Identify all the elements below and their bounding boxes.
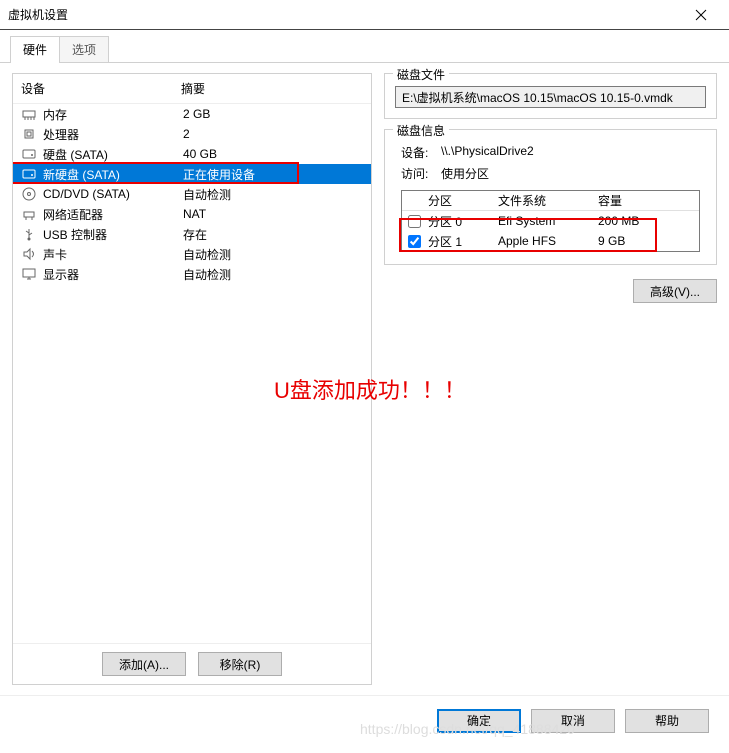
device-name: 新硬盘 (SATA)	[43, 166, 183, 183]
disk-icon	[21, 146, 37, 162]
partition-fs: Efi System	[498, 214, 598, 228]
usb-icon	[21, 226, 37, 242]
device-row-new-disk[interactable]: 新硬盘 (SATA) 正在使用设备	[13, 164, 371, 184]
advanced-button[interactable]: 高级(V)...	[633, 279, 717, 303]
partition-checkbox-1[interactable]	[408, 235, 421, 248]
tabs: 硬件 选项	[0, 30, 729, 63]
device-name: 声卡	[43, 246, 183, 263]
device-name: USB 控制器	[43, 226, 183, 243]
content: 设备 摘要 内存 2 GB 处理器 2 硬盘 (SATA) 40 GB 新硬盘 …	[0, 63, 729, 695]
device-summary: 40 GB	[183, 147, 217, 161]
close-button[interactable]	[681, 1, 721, 29]
header-partition: 分区	[428, 192, 498, 209]
device-row-network[interactable]: 网络适配器 NAT	[13, 204, 371, 224]
partition-row-0[interactable]: 分区 0 Efi System 200 MB	[402, 211, 699, 231]
partition-cap: 200 MB	[598, 214, 693, 228]
tab-options[interactable]: 选项	[59, 36, 109, 62]
close-icon	[695, 9, 707, 21]
dialog-buttons: https://blog.csdn.net/qq_41888420 确定 取消 …	[0, 695, 729, 745]
device-label: 设备:	[401, 144, 441, 161]
device-summary: 2	[183, 127, 190, 141]
device-summary: 2 GB	[183, 107, 210, 121]
device-name: CD/DVD (SATA)	[43, 187, 183, 201]
partition-fs: Apple HFS	[498, 234, 598, 248]
display-icon	[21, 266, 37, 282]
header-device: 设备	[21, 80, 181, 97]
disk-file-legend: 磁盘文件	[393, 66, 449, 83]
disk-file-path[interactable]	[395, 86, 706, 108]
partition-name: 分区 0	[428, 213, 498, 230]
device-summary: 正在使用设备	[183, 166, 255, 183]
device-summary: 自动检测	[183, 266, 231, 283]
access-value: 使用分区	[441, 165, 489, 182]
device-list: 内存 2 GB 处理器 2 硬盘 (SATA) 40 GB 新硬盘 (SATA)…	[13, 104, 371, 643]
disk-info-legend: 磁盘信息	[393, 122, 449, 139]
ok-button[interactable]: 确定	[437, 709, 521, 733]
device-summary: 自动检测	[183, 186, 231, 203]
disk-device-row: 设备: \\.\PhysicalDrive2	[395, 142, 706, 163]
device-summary: NAT	[183, 207, 206, 221]
partition-checkbox-0[interactable]	[408, 215, 421, 228]
titlebar: 虚拟机设置	[0, 0, 729, 30]
partition-table: 分区 文件系统 容量 分区 0 Efi System 200 MB 分区 1 A…	[401, 190, 700, 252]
device-name: 内存	[43, 106, 183, 123]
disk-access-row: 访问: 使用分区	[395, 163, 706, 184]
advanced-row: 高级(V)...	[384, 275, 717, 307]
memory-icon	[21, 106, 37, 122]
add-button[interactable]: 添加(A)...	[102, 652, 186, 676]
remove-button[interactable]: 移除(R)	[198, 652, 282, 676]
cpu-icon	[21, 126, 37, 142]
device-list-panel: 设备 摘要 内存 2 GB 处理器 2 硬盘 (SATA) 40 GB 新硬盘 …	[12, 73, 372, 685]
device-summary: 自动检测	[183, 246, 231, 263]
disk-icon	[21, 166, 37, 182]
network-icon	[21, 206, 37, 222]
partition-row-1[interactable]: 分区 1 Apple HFS 9 GB	[402, 231, 699, 251]
device-row-display[interactable]: 显示器 自动检测	[13, 264, 371, 284]
device-row-sound[interactable]: 声卡 自动检测	[13, 244, 371, 264]
device-name: 网络适配器	[43, 206, 183, 223]
device-name: 处理器	[43, 126, 183, 143]
detail-panel: 磁盘文件 磁盘信息 设备: \\.\PhysicalDrive2 访问: 使用分…	[384, 73, 717, 685]
device-summary: 存在	[183, 226, 207, 243]
sound-icon	[21, 246, 37, 262]
header-capacity: 容量	[598, 192, 693, 209]
cd-icon	[21, 186, 37, 202]
cancel-button[interactable]: 取消	[531, 709, 615, 733]
header-filesystem: 文件系统	[498, 192, 598, 209]
device-row-memory[interactable]: 内存 2 GB	[13, 104, 371, 124]
disk-info-group: 磁盘信息 设备: \\.\PhysicalDrive2 访问: 使用分区 分区 …	[384, 129, 717, 265]
partition-header: 分区 文件系统 容量	[402, 191, 699, 211]
device-name: 显示器	[43, 266, 183, 283]
disk-file-group: 磁盘文件	[384, 73, 717, 119]
device-buttons: 添加(A)... 移除(R)	[13, 643, 371, 684]
tab-hardware[interactable]: 硬件	[10, 36, 60, 63]
partition-cap: 9 GB	[598, 234, 693, 248]
device-row-cd[interactable]: CD/DVD (SATA) 自动检测	[13, 184, 371, 204]
device-value: \\.\PhysicalDrive2	[441, 144, 534, 161]
access-label: 访问:	[401, 165, 441, 182]
header-summary: 摘要	[181, 80, 205, 97]
partition-name: 分区 1	[428, 233, 498, 250]
help-button[interactable]: 帮助	[625, 709, 709, 733]
device-row-disk[interactable]: 硬盘 (SATA) 40 GB	[13, 144, 371, 164]
device-name: 硬盘 (SATA)	[43, 146, 183, 163]
device-row-cpu[interactable]: 处理器 2	[13, 124, 371, 144]
device-row-usb[interactable]: USB 控制器 存在	[13, 224, 371, 244]
window-title: 虚拟机设置	[8, 6, 681, 23]
device-list-header: 设备 摘要	[13, 74, 371, 104]
